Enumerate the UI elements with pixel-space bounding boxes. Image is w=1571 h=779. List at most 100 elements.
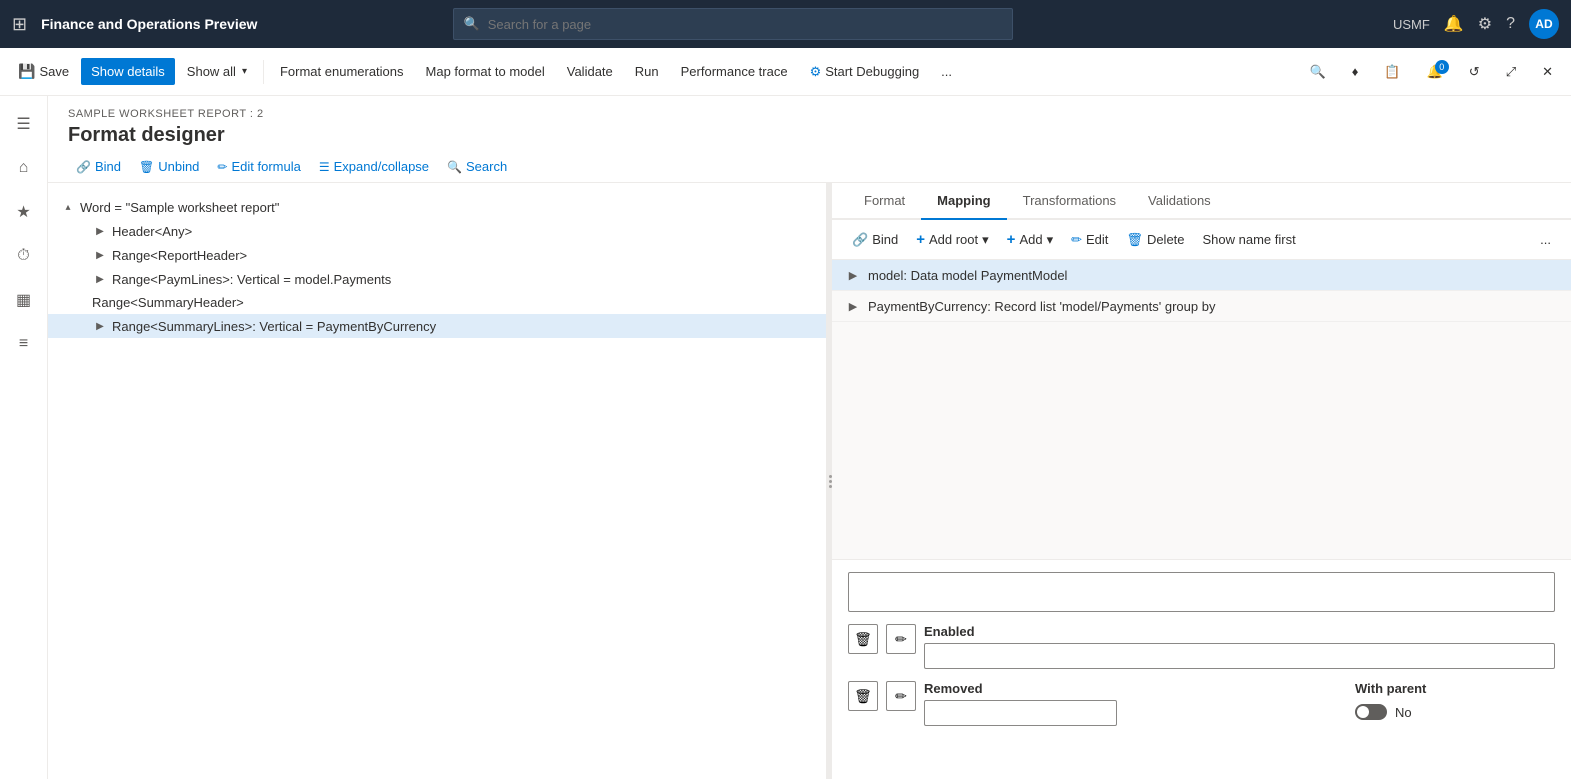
sidebar-item-favorites[interactable]: ★ <box>4 192 44 232</box>
tab-validations[interactable]: Validations <box>1132 183 1227 220</box>
mapping-tree: ▶ model: Data model PaymentModel ▶ Payme… <box>832 260 1571 559</box>
mapping-bind-icon: 🔗 <box>852 232 868 248</box>
search-sub-icon: 🔍 <box>447 160 462 174</box>
tree-node-paymlines[interactable]: ▶ Range<PaymLines>: Vertical = model.Pay… <box>48 267 826 291</box>
save-icon: 💾 <box>18 63 35 80</box>
map-node-model[interactable]: ▶ model: Data model PaymentModel <box>832 260 1571 291</box>
expand-collapse-icon: ☰ <box>319 160 330 174</box>
enabled-input[interactable] <box>924 643 1555 669</box>
top-nav-right: USMF 🔔 ⚙ ? AD <box>1393 9 1559 39</box>
left-sidebar: ☰ ⌂ ★ ⏱ ▦ ≡ <box>0 96 48 779</box>
summarylines-expand-icon: ▶ <box>92 318 108 334</box>
delete-mapping-button[interactable]: 🗑 Delete <box>1118 227 1192 253</box>
add-root-dropdown-icon: ▾ <box>982 232 989 248</box>
tree-node-report-header[interactable]: ▶ Range<ReportHeader> <box>48 243 826 267</box>
sidebar-item-hamburger[interactable]: ☰ <box>4 104 44 144</box>
fullscreen-button[interactable]: ⤢ <box>1496 58 1526 86</box>
expand-collapse-button[interactable]: ☰ Expand/collapse <box>311 155 437 178</box>
add-root-button[interactable]: + Add root ▾ <box>908 226 996 253</box>
mapping-toolbar: 🔗 Bind + Add root ▾ + Add ▾ ✏ <box>832 220 1571 260</box>
search-sub-button[interactable]: 🔍 Search <box>439 155 515 178</box>
format-tree: ▴ Word = "Sample worksheet report" ▶ Hea… <box>48 183 826 779</box>
org-label: USMF <box>1393 17 1430 32</box>
favorites-button[interactable]: ♦ <box>1342 58 1369 85</box>
close-button[interactable]: ✕ <box>1532 58 1563 86</box>
payment-by-currency-expand-icon: ▶ <box>844 297 862 315</box>
no-label: No <box>1395 705 1412 720</box>
right-panel: Format Mapping Transformations Validatio… <box>832 183 1571 779</box>
tree-node-summarylines-label: Range<SummaryLines>: Vertical = PaymentB… <box>112 319 436 334</box>
show-all-button[interactable]: Show all ▾ <box>177 58 257 85</box>
enabled-label: Enabled <box>924 624 1555 639</box>
edit-mapping-button[interactable]: ✏ Edit <box>1063 227 1116 253</box>
sidebar-item-home[interactable]: ⌂ <box>4 148 44 188</box>
search-cmd-button[interactable]: 🔍 <box>1300 58 1336 86</box>
page-title: Format designer <box>68 124 1551 147</box>
sidebar-item-recent[interactable]: ⏱ <box>4 236 44 276</box>
performance-trace-button[interactable]: Performance trace <box>671 58 798 85</box>
help-icon[interactable]: ? <box>1506 15 1515 33</box>
unbind-button[interactable]: 🗑 Unbind <box>131 155 207 178</box>
map-node-payment-by-currency[interactable]: ▶ PaymentByCurrency: Record list 'model/… <box>832 291 1571 322</box>
save-button[interactable]: 💾 Save <box>8 57 79 86</box>
debug-icon: ⚙ <box>810 64 822 80</box>
bind-button[interactable]: 🔗 Bind <box>68 155 129 178</box>
run-button[interactable]: Run <box>625 58 669 85</box>
breadcrumb: SAMPLE WORKSHEET REPORT : 2 <box>68 108 1551 120</box>
more-options-button[interactable]: ... <box>931 58 962 85</box>
edit-formula-button[interactable]: ✏ Edit formula <box>209 155 308 178</box>
no-toggle[interactable] <box>1355 704 1387 720</box>
tab-format[interactable]: Format <box>848 183 921 220</box>
bind-icon: 🔗 <box>76 160 91 174</box>
add-mapping-button[interactable]: + Add ▾ <box>999 226 1061 253</box>
share-button[interactable]: 📋 <box>1374 58 1410 86</box>
sidebar-item-modules[interactable]: ≡ <box>4 324 44 364</box>
tree-node-summarylines[interactable]: ▶ Range<SummaryLines>: Vertical = Paymen… <box>48 314 826 338</box>
add-root-plus-icon: + <box>916 231 925 248</box>
app-grid-icon[interactable]: ⊞ <box>12 14 27 35</box>
toggle-thumb <box>1357 706 1369 718</box>
show-name-first-button[interactable]: Show name first <box>1195 227 1304 252</box>
search-input[interactable] <box>488 17 1002 32</box>
sidebar-item-workspaces[interactable]: ▦ <box>4 280 44 320</box>
removed-row: 🗑 ✏ Removed With parent <box>848 681 1555 726</box>
formula-main-input[interactable] <box>848 572 1555 612</box>
main-layout: ☰ ⌂ ★ ⏱ ▦ ≡ SAMPLE WORKSHEET REPORT : 2 … <box>0 96 1571 779</box>
notification-icon[interactable]: 🔔 <box>1444 14 1464 34</box>
content-area: SAMPLE WORKSHEET REPORT : 2 Format desig… <box>48 96 1571 779</box>
tree-node-header[interactable]: ▶ Header<Any> <box>48 219 826 243</box>
global-search-bar[interactable]: 🔍 <box>453 8 1013 40</box>
tree-node-summary-header[interactable]: Range<SummaryHeader> <box>48 291 826 314</box>
tab-bar: Format Mapping Transformations Validatio… <box>832 183 1571 220</box>
removed-input[interactable] <box>924 700 1117 726</box>
search-icon: 🔍 <box>464 16 480 32</box>
map-format-button[interactable]: Map format to model <box>416 58 555 85</box>
refresh-button[interactable]: ↺ <box>1459 58 1490 86</box>
notification-badge-button[interactable]: 🔔0 <box>1417 58 1453 86</box>
add-mapping-plus-icon: + <box>1007 231 1016 248</box>
model-expand-icon: ▶ <box>844 266 862 284</box>
command-bar: 💾 Save Show details Show all ▾ Format en… <box>0 48 1571 96</box>
validate-button[interactable]: Validate <box>557 58 623 85</box>
format-enumerations-button[interactable]: Format enumerations <box>270 58 414 85</box>
tree-node-word[interactable]: ▴ Word = "Sample worksheet report" <box>48 195 826 219</box>
app-title: Finance and Operations Preview <box>41 16 257 32</box>
enabled-edit-button[interactable]: ✏ <box>886 624 916 654</box>
tab-transformations[interactable]: Transformations <box>1007 183 1132 220</box>
show-details-button[interactable]: Show details <box>81 58 175 85</box>
removed-delete-button[interactable]: 🗑 <box>848 681 878 711</box>
tab-mapping[interactable]: Mapping <box>921 183 1006 220</box>
tree-node-header-label: Header<Any> <box>112 224 192 239</box>
map-node-payment-by-currency-label: PaymentByCurrency: Record list 'model/Pa… <box>868 299 1215 314</box>
user-avatar[interactable]: AD <box>1529 9 1559 39</box>
delete-mapping-icon: 🗑 <box>1126 232 1143 248</box>
start-debugging-button[interactable]: ⚙ Start Debugging <box>800 58 930 86</box>
header-expand-icon: ▶ <box>92 223 108 239</box>
removed-edit-button[interactable]: ✏ <box>886 681 916 711</box>
more-mapping-button[interactable]: ... <box>1532 227 1559 252</box>
settings-icon[interactable]: ⚙ <box>1478 14 1492 34</box>
enabled-row: 🗑 ✏ Enabled <box>848 624 1555 669</box>
mapping-bind-button[interactable]: 🔗 Bind <box>844 227 906 253</box>
enabled-delete-button[interactable]: 🗑 <box>848 624 878 654</box>
report-header-expand-icon: ▶ <box>92 247 108 263</box>
